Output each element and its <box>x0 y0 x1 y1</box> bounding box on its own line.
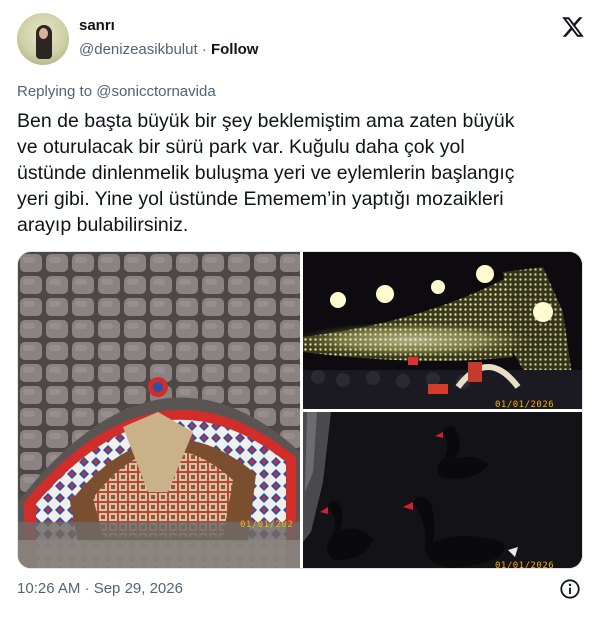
author-handle[interactable]: @denizeasikbulut <box>79 41 198 58</box>
tweet-text: Ben de başta büyük bir şey beklemiştim a… <box>17 110 515 236</box>
author-display-name[interactable]: sanrı <box>79 17 115 34</box>
follow-button[interactable]: Follow <box>211 41 259 58</box>
photo-date-stamp: 01/01/2026 18:28 <box>495 400 555 409</box>
photo-mosaic[interactable]: 01/01/202 <box>18 252 300 568</box>
separator-dot: · <box>201 41 211 58</box>
lights-illustration <box>303 252 582 409</box>
author-handle-line: @denizeasikbulut · Follow <box>79 41 258 58</box>
info-icon[interactable] <box>559 578 581 600</box>
photo-lights[interactable]: 01/01/2026 18:28 <box>303 252 582 409</box>
tweet-timestamp[interactable]: 10:26 AM · Sep 29, 2026 <box>17 580 183 597</box>
media-grid: 01/01/202 01/01/2026 01/01/2026 <box>17 251 583 569</box>
avatar-face <box>39 28 48 39</box>
photo-date-stamp: 01/01/202 <box>240 520 294 530</box>
photo-date-stamp: 01/01/2026 18:32 <box>495 561 555 569</box>
tweet-header: sanrı @denizeasikbulut · Follow <box>17 13 585 65</box>
avatar[interactable] <box>17 13 69 65</box>
replying-to[interactable]: Replying to @sonicctornavida <box>17 83 216 100</box>
photo-black-swans[interactable]: 01/01/2026 18:32 <box>303 412 582 569</box>
swans-illustration <box>303 412 582 568</box>
x-logo-icon[interactable] <box>561 15 585 39</box>
